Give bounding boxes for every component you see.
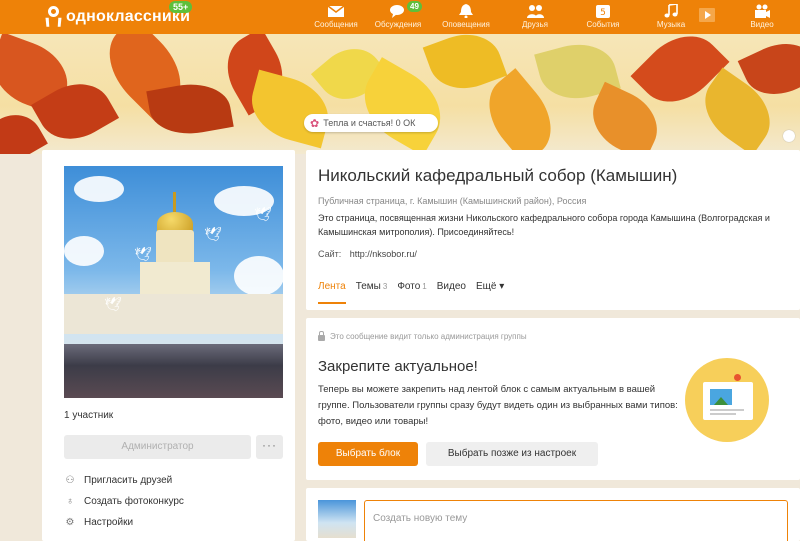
friends-icon xyxy=(527,5,544,18)
nav-events[interactable]: 5 События xyxy=(578,0,628,34)
logo-badge: 55+ xyxy=(169,1,193,13)
tab-label: Темы xyxy=(355,281,381,292)
music-note-icon xyxy=(664,4,678,18)
choose-later-button[interactable]: Выбрать позже из настроек xyxy=(426,442,598,466)
photo-contest-icon: ♁ xyxy=(66,496,74,507)
pin-heading: Закрепите актуальное! xyxy=(318,358,478,375)
bell-icon xyxy=(459,4,473,18)
menu-label: Настройки xyxy=(84,517,134,528)
flower-icon: ✿ xyxy=(310,117,320,130)
new-topic-card: Создать новую тему xyxy=(306,488,800,541)
group-title: Никольский кафедральный собор (Камышин) xyxy=(318,166,678,185)
nav-label: Друзья xyxy=(522,20,548,29)
group-avatar-photo[interactable]: 🕊 🕊 🕊 🕊 xyxy=(64,166,283,398)
tab-photos[interactable]: Фото 1 xyxy=(397,281,426,304)
nav-label: Видео xyxy=(750,20,774,29)
tab-topics[interactable]: Темы 3 xyxy=(356,281,388,304)
site-label: Сайт: xyxy=(318,249,342,259)
chat-bubbles-icon xyxy=(390,5,404,18)
nav-count-badge: 49 xyxy=(407,1,422,12)
group-tabs: Лента Темы 3 Фото 1 Видео Ещё ▾ xyxy=(318,281,514,304)
nav-discussions[interactable]: 49 Обсуждения xyxy=(367,0,429,34)
tab-label: Ещё ▾ xyxy=(475,281,505,292)
ok-logo-icon xyxy=(44,6,62,28)
video-camera-icon xyxy=(755,4,770,18)
lock-icon xyxy=(318,330,325,341)
pill-text: Тепла и счастья! 0 ОК xyxy=(323,118,416,128)
member-count[interactable]: 1 участник xyxy=(64,410,113,421)
group-description: Это страница, посвященная жизни Никольск… xyxy=(318,213,770,237)
pinned-board-illustration xyxy=(685,358,769,442)
choose-block-button[interactable]: Выбрать блок xyxy=(318,442,418,466)
new-topic-input[interactable]: Создать новую тему xyxy=(364,500,788,541)
admin-only-note: Это сообщение видит только администрация… xyxy=(318,330,527,341)
nav-friends[interactable]: Друзья xyxy=(510,0,560,34)
events-icon: 5 xyxy=(596,5,610,18)
nav-video[interactable]: Видео xyxy=(742,0,782,34)
photo-contest-link[interactable]: ♁ Создать фотоконкурс xyxy=(64,496,184,507)
more-options-button[interactable]: ··· xyxy=(256,435,283,459)
group-meta: Публичная страница, г. Камышин (Камышинс… xyxy=(318,196,587,206)
nav-label: События xyxy=(586,20,620,29)
tab-label: Фото xyxy=(397,281,421,292)
svg-text:5: 5 xyxy=(600,8,606,18)
nav-label: Сообщения xyxy=(314,20,358,29)
envelope-icon xyxy=(327,5,345,17)
tab-video[interactable]: Видео xyxy=(437,281,466,304)
play-icon xyxy=(699,8,715,22)
group-info-card: Никольский кафедральный собор (Камышин) … xyxy=(306,150,800,310)
banner-edit-icon[interactable] xyxy=(783,130,795,142)
nav-messages[interactable]: Сообщения xyxy=(310,0,362,34)
nav-label: Обсуждения xyxy=(374,20,422,29)
group-sidebar-card: 🕊 🕊 🕊 🕊 1 участник Администратор ··· ⚇ П… xyxy=(42,150,295,541)
menu-label: Пригласить друзей xyxy=(84,475,173,486)
admin-note-text: Это сообщение видит только администрация… xyxy=(330,332,527,341)
nav-label: Музыка xyxy=(656,20,686,29)
site-link[interactable]: http://nksobor.ru/ xyxy=(350,249,417,259)
tab-count: 1 xyxy=(422,282,427,291)
tab-count: 3 xyxy=(382,282,388,291)
gear-icon: ⚙ xyxy=(65,517,75,528)
group-avatar-thumb xyxy=(318,500,356,538)
admin-button[interactable]: Администратор xyxy=(64,435,251,459)
nav-label: Оповещения xyxy=(442,20,490,29)
ok-logo[interactable]: одноклассники xyxy=(44,6,190,28)
nav-music[interactable]: Музыка xyxy=(648,0,694,34)
pin-text: Теперь вы можете закрепить над лентой бл… xyxy=(318,384,678,427)
menu-label: Создать фотоконкурс xyxy=(84,496,184,507)
group-site-row: Сайт: http://nksobor.ru/ xyxy=(318,249,417,259)
tab-label: Лента xyxy=(318,281,346,292)
settings-link[interactable]: ⚙ Настройки xyxy=(64,517,134,528)
invite-friends-icon: ⚇ xyxy=(65,475,75,486)
tab-more[interactable]: Ещё ▾ xyxy=(476,281,504,304)
music-play-button[interactable] xyxy=(697,0,717,34)
nav-notifications[interactable]: Оповещения xyxy=(437,0,495,34)
tab-label: Видео xyxy=(436,281,466,292)
cover-banner xyxy=(0,34,800,154)
pin-promo-card: Это сообщение видит только администрация… xyxy=(306,318,800,480)
top-bar: одноклассники 55+ Сообщения 49 Обсуждени… xyxy=(0,0,800,34)
invite-friends-link[interactable]: ⚇ Пригласить друзей xyxy=(64,475,173,486)
tab-feed[interactable]: Лента xyxy=(318,281,346,304)
gift-status-pill[interactable]: ✿ Тепла и счастья! 0 ОК xyxy=(304,114,438,132)
pushpin-icon xyxy=(734,374,741,381)
